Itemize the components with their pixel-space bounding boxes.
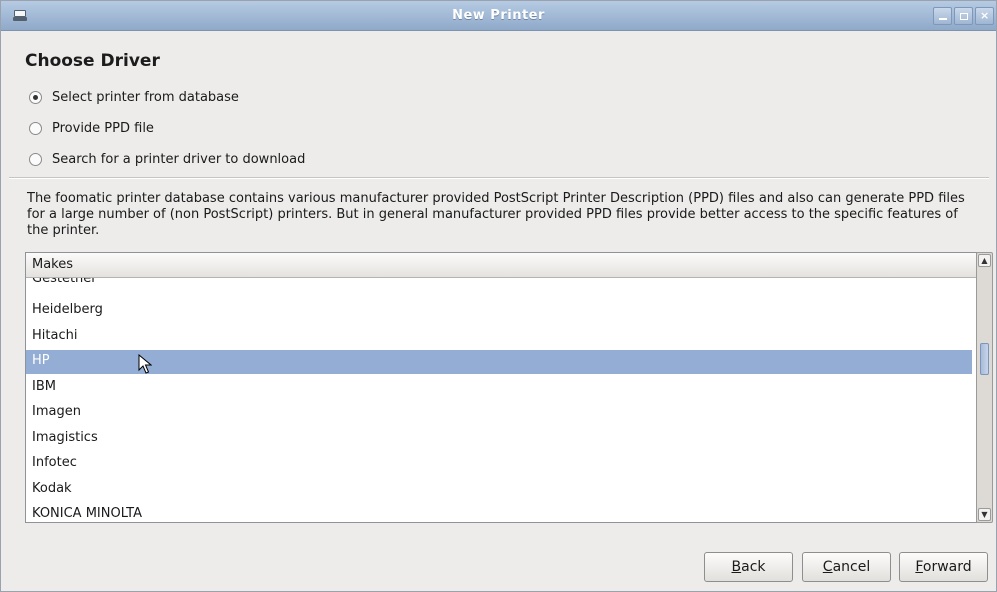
scroll-thumb[interactable] [980, 343, 989, 375]
makes-list-body: Gestetner Heidelberg Hitachi HP IBM Imag… [26, 278, 976, 522]
list-item[interactable]: Gestetner [26, 278, 972, 292]
forward-mnemonic: F [915, 559, 923, 575]
title-bar[interactable]: New Printer × [1, 1, 996, 31]
page-title: Choose Driver [25, 51, 160, 71]
back-button[interactable]: Back [704, 552, 793, 582]
back-mnemonic: B [731, 559, 742, 575]
radio-select-from-database[interactable]: Select printer from database [29, 90, 239, 105]
makes-list-scrollbar[interactable]: ▲ ▼ [976, 252, 993, 523]
radio-unchecked-icon[interactable] [29, 153, 42, 166]
list-item[interactable]: Kodak [26, 478, 972, 502]
list-item[interactable]: KONICA MINOLTA [26, 503, 972, 522]
minimize-button[interactable] [933, 7, 952, 25]
new-printer-dialog: New Printer × Choose Driver Select print… [0, 0, 997, 592]
window-title: New Printer [452, 8, 545, 23]
mouse-pointer-icon [138, 354, 152, 374]
makes-list[interactable]: Makes Gestetner Heidelberg Hitachi HP IB… [25, 252, 977, 523]
scroll-up-arrow-icon[interactable]: ▲ [978, 254, 991, 267]
window-controls: × [933, 7, 994, 25]
radio-search-driver-download[interactable]: Search for a printer driver to download [29, 152, 305, 167]
makes-column-header[interactable]: Makes [26, 253, 976, 278]
close-button[interactable]: × [975, 7, 994, 25]
list-item[interactable]: Imagistics [26, 427, 972, 451]
description-text: The foomatic printer database contains v… [27, 191, 965, 238]
cancel-label-rest: ancel [832, 559, 871, 575]
radio-label: Select printer from database [52, 90, 239, 105]
list-item[interactable]: Heidelberg [26, 299, 972, 323]
scroll-down-arrow-icon[interactable]: ▼ [978, 508, 991, 521]
cancel-button[interactable]: Cancel [802, 552, 891, 582]
radio-provide-ppd-file[interactable]: Provide PPD file [29, 121, 154, 136]
forward-button[interactable]: Forward [899, 552, 988, 582]
close-icon: × [980, 9, 990, 22]
radio-unchecked-icon[interactable] [29, 122, 42, 135]
radio-label: Provide PPD file [52, 121, 154, 136]
radio-checked-icon[interactable] [29, 91, 42, 104]
maximize-button[interactable] [954, 7, 973, 25]
list-item[interactable]: Hitachi [26, 325, 972, 349]
list-item[interactable]: Infotec [26, 452, 972, 476]
back-label-rest: ack [741, 559, 766, 575]
cancel-mnemonic: C [822, 559, 833, 575]
separator [9, 177, 989, 179]
minimize-icon [939, 11, 947, 20]
list-item-selected[interactable]: HP [26, 350, 972, 374]
maximize-icon [960, 13, 968, 20]
list-item[interactable]: Imagen [26, 401, 972, 425]
list-item[interactable]: IBM [26, 376, 972, 400]
forward-label-rest: orward [922, 559, 972, 575]
radio-label: Search for a printer driver to download [52, 152, 306, 167]
